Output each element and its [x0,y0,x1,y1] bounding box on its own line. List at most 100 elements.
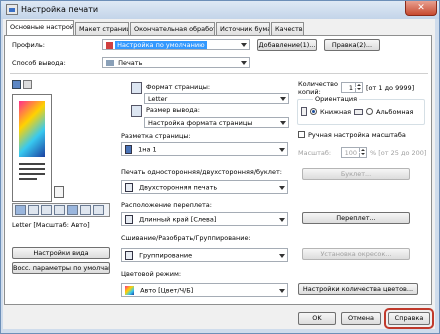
spin-up-icon[interactable] [355,83,362,87]
landscape-icon [354,109,363,115]
group-icon[interactable] [54,205,65,215]
page-size-value: Letter [148,95,168,103]
portrait-radio[interactable] [310,108,317,115]
restore-defaults-button[interactable]: Восс. параметры по умолчанию [12,262,110,274]
chevron-down-icon [279,186,285,190]
output-method-select[interactable]: Печать [102,57,250,68]
copies-spinner[interactable]: 1 [341,82,363,93]
window-title: Настройка печати [21,5,99,14]
manual-scale-label: Ручная настройка масштаба [308,131,406,139]
spin-down-icon[interactable] [359,153,366,157]
preview-text-line [19,168,45,170]
chevron-down-icon [279,289,285,293]
close-button[interactable]: ✕ [405,1,437,16]
layout-icon [125,145,132,154]
layout-1-icon[interactable] [15,205,26,215]
page-size-select[interactable]: Letter [144,93,289,104]
group-collate-icon [125,251,133,260]
duplex-label: Печать односторонняя/двухсторонняя/букле… [121,168,282,176]
orientation-title: Ориентация [313,95,360,103]
copies-range: [от 1 до 9999] [366,84,415,92]
tab-finishing[interactable]: Окончательная обработка [130,22,215,35]
help-button[interactable]: Справка [388,312,430,325]
output-size-select[interactable]: Настройка формата страницы [144,117,289,128]
ok-button[interactable]: OK [298,312,336,325]
preview-text-line [19,163,45,165]
layout-select[interactable]: 1на 1 [121,142,288,156]
output-size-label: Размер вывода: [146,106,200,114]
output-size-value: Настройка формата страницы [148,119,253,127]
scale-range: % [от 25 до 200] [370,149,427,157]
preview-text-line [19,173,45,175]
color-icon[interactable] [67,205,78,215]
landscape-radio[interactable] [366,108,373,115]
chevron-down-icon [280,97,286,101]
add-profile-button[interactable]: Добавление(1)... [257,39,317,51]
profile-value: Настройка по умолчанию [115,41,207,49]
chevron-down-icon [241,43,247,47]
color-mode-select[interactable]: Авто [Цвет/Ч/Б] [121,283,288,297]
output-method-label: Способ вывода: [12,59,66,67]
landscape-label: Альбомная [376,108,414,116]
profile-icon [106,41,113,49]
copies-value: 1 [348,84,353,92]
offset-settings-button[interactable]: Установка окресок... [302,248,410,260]
page-size-icon [131,82,142,94]
binding-value: Длинный край [Слева] [139,215,217,224]
spin-down-icon[interactable] [355,88,362,92]
copies-label-line1: Количество [298,80,338,88]
chevron-down-icon [280,121,286,125]
profile-select[interactable]: Настройка по умолчанию [102,39,250,50]
portrait-label: Книжная [320,108,352,116]
duplex-select[interactable]: Двухсторонняя печать [121,180,288,194]
finishing-value: Группирование [139,251,193,260]
page-view-icon[interactable] [12,80,21,89]
scale-spinner[interactable]: 100 [341,147,367,158]
finishing-select[interactable]: Группирование [121,248,288,262]
page-preview [12,94,52,202]
manual-scale-checkbox[interactable] [298,131,305,138]
printer-icon [106,60,114,66]
printer-view-icon[interactable] [23,80,32,89]
printer-app-icon [6,4,18,15]
portrait-icon [301,107,307,116]
title-bar[interactable]: Настройка печати ✕ [1,1,439,19]
color-count-button[interactable]: Настройки количества цветов... [298,283,418,295]
separator [10,73,428,74]
scale-label: Масштаб: [298,149,332,157]
chevron-down-icon [279,148,285,152]
chevron-down-icon [279,254,285,258]
booklet-button[interactable]: Буклет... [302,168,410,180]
layout-label: Разметка страницы: [121,132,191,140]
cancel-button[interactable]: Отмена [341,312,381,325]
tab-paper-source[interactable]: Источник бумаги [216,22,270,35]
stack-icon [54,186,64,198]
spin-up-icon[interactable] [359,148,366,152]
page-size-label: Формат страницы: [146,83,211,91]
output-method-value: Печать [118,59,143,67]
duplex-value: Двухсторонняя печать [139,183,218,192]
view-settings-button[interactable]: Настройки вида [12,247,110,259]
duplex-icon [125,183,133,192]
staple-icon[interactable] [41,205,52,215]
tab-basic-settings[interactable]: Основные настройки [6,20,74,35]
color-mode-label: Цветовой режим: [121,270,182,278]
tab-page-layout[interactable]: Макет страницы [75,22,129,35]
preview-image [19,101,45,157]
preview-toolbar [12,203,110,217]
paper-icon[interactable] [80,205,91,215]
color-mode-icon [125,286,134,295]
tab-quality[interactable]: Качество [271,22,304,35]
binding-label: Расположение переплета: [121,201,212,209]
chevron-down-icon [279,218,285,222]
binding-icon [125,215,133,224]
layout-2-icon[interactable] [28,205,39,215]
finish-icon[interactable] [93,205,104,215]
output-size-icon [131,105,142,117]
binding-select[interactable]: Длинный край [Слева] [121,212,288,226]
margin-button[interactable]: Переплет... [302,212,410,224]
edit-profile-button[interactable]: Правка(2)... [324,39,380,51]
layout-value: 1на 1 [138,145,157,154]
color-mode-value: Авто [Цвет/Ч/Б] [140,286,194,295]
preview-caption: Letter [Масштаб: Авто] [12,221,90,229]
